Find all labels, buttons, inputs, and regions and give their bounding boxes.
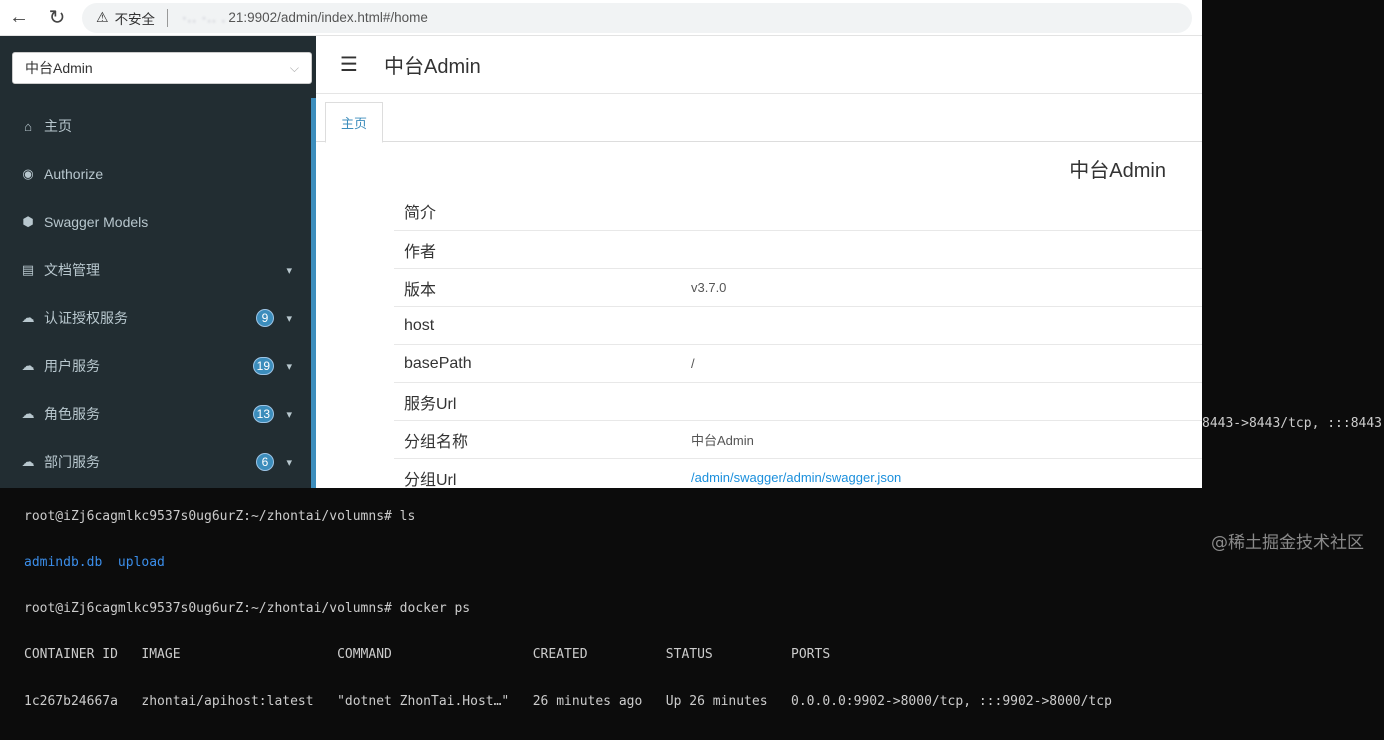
main-content: 主页 中台Admin 简介 作者 版本 v3.7.0 host basePath [316, 94, 1202, 488]
sidebar-item-dept-service[interactable]: ☁ 部门服务 6 ▾ [0, 438, 310, 486]
address-bar: ← ↻ ⚠ 不安全 ·.. ·.. . 21:9902/admin/index.… [0, 0, 1202, 36]
row-label: 分组名称 [404, 433, 469, 451]
sidebar-item-swagger-models[interactable]: ⬢ Swagger Models [0, 198, 310, 246]
table-row: 版本 v3.7.0 [394, 268, 1202, 306]
sidebar-item-authorize[interactable]: ◉ Authorize [0, 150, 310, 198]
swagger-json-link[interactable]: /admin/swagger/admin/swagger.json [691, 470, 901, 485]
insecure-label: 不安全 [114, 11, 156, 27]
sidebar-item-user-service[interactable]: ☁ 用户服务 19 ▾ [0, 342, 310, 390]
sidebar-item-label: 文档管理 [44, 262, 100, 278]
info-table: 简介 作者 版本 v3.7.0 host basePath / 服务Url 分组… [394, 192, 1202, 488]
reload-icon: ↻ [48, 7, 66, 29]
row-value: 中台Admin [691, 433, 754, 448]
table-row: host [394, 306, 1202, 344]
reload-button[interactable]: ↻ [38, 0, 76, 36]
url-field[interactable]: ⚠ 不安全 ·.. ·.. . 21:9902/admin/index.html… [82, 2, 1192, 33]
group-select-value: 中台Admin [25, 60, 93, 76]
chevron-down-icon: ▾ [286, 408, 292, 421]
table-row: basePath / [394, 344, 1202, 382]
terminal-line: 1c267b24667a zhontai/apihost:latest "dot… [24, 693, 1112, 709]
sidebar-item-label: 主页 [44, 118, 72, 134]
sidebar-item-role-service[interactable]: ☁ 角色服务 13 ▾ [0, 390, 310, 438]
chevron-down-icon: ▾ [286, 312, 292, 325]
row-label: 服务Url [404, 395, 457, 413]
terminal-port-fragment: 8443->8443/tcp, :::8443 [1202, 416, 1383, 431]
count-badge: 6 [256, 453, 274, 471]
arrow-left-icon: ← [9, 6, 29, 28]
sidebar-item-home[interactable]: ⌂ 主页 [0, 102, 310, 150]
sidebar-item-doc-management[interactable]: ▤ 文档管理 ▾ [0, 246, 310, 294]
sidebar-item-auth-service[interactable]: ☁ 认证授权服务 9 ▾ [0, 294, 310, 342]
page-title: 中台Admin [384, 56, 481, 78]
chevron-down-icon: ▾ [286, 360, 292, 373]
sidebar-item-label: 部门服务 [44, 454, 100, 470]
count-badge: 9 [256, 309, 274, 327]
count-badge: 13 [252, 405, 274, 423]
row-value: / [691, 356, 695, 371]
terminal-line: root@iZj6cagmlkc9537s0ug6urZ:~/zhontai/v… [24, 601, 471, 617]
row-label: host [404, 316, 435, 334]
table-row: 作者 [394, 230, 1202, 268]
row-label: 版本 [404, 281, 437, 299]
home-icon: ⌂ [24, 118, 32, 134]
cloud-icon: ☁ [21, 454, 35, 469]
sidebar-item-label: 角色服务 [44, 406, 100, 422]
chevron-down-icon: ▾ [286, 264, 292, 277]
chevron-down-icon: ▾ [286, 456, 292, 469]
cloud-icon: ☁ [21, 310, 35, 325]
chevron-down-icon: ⌵ [289, 61, 299, 75]
cube-icon: ⬢ [22, 214, 34, 229]
menu-toggle-icon[interactable]: ☰ [340, 52, 360, 77]
terminal-line: CONTAINER ID IMAGE COMMAND CREATED STATU… [24, 647, 831, 663]
table-row: 简介 [394, 192, 1202, 230]
url-text: 21:9902/admin/index.html#/home [228, 10, 428, 25]
main-header: ☰ 中台Admin [316, 36, 1202, 94]
sidebar-item-label: Authorize [44, 166, 104, 182]
sidebar-item-label: Swagger Models [44, 214, 149, 230]
back-button[interactable]: ← [0, 0, 38, 36]
cloud-icon: ☁ [21, 406, 35, 421]
terminal-line: root@iZj6cagmlkc9537s0ug6urZ:~/zhontai/v… [24, 508, 416, 524]
table-row: 分组名称 中台Admin [394, 420, 1202, 458]
lock-icon: ◉ [22, 166, 34, 181]
warning-icon[interactable]: ⚠ [96, 9, 109, 26]
watermark: @稀土掘金技术社区 [1211, 533, 1364, 553]
doc-title: 中台Admin [1069, 160, 1166, 182]
sidebar-item-label: 认证授权服务 [44, 310, 128, 326]
tab-home[interactable]: 主页 [325, 102, 383, 143]
row-label: 简介 [404, 205, 437, 222]
row-label: basePath [404, 354, 472, 372]
table-row: 分组Url /admin/swagger/admin/swagger.json [394, 458, 1202, 488]
file-icon: ▤ [21, 262, 35, 277]
tabs-bar: 主页 [316, 94, 1202, 143]
count-badge: 19 [252, 357, 274, 375]
url-host-blurred: ·.. ·.. . [182, 10, 227, 25]
cloud-icon: ☁ [21, 358, 35, 373]
row-value: v3.7.0 [691, 280, 727, 295]
sidebar: 中台Admin ⌵ ⌂ 主页 ◉ Authorize ⬢ Swagger Mod… [0, 36, 316, 488]
sidebar-menu: ⌂ 主页 ◉ Authorize ⬢ Swagger Models ▤ 文档管理… [0, 102, 310, 486]
terminal-output: root@iZj6cagmlkc9537s0ug6urZ:~/zhontai/v… [24, 478, 1112, 740]
table-row: 服务Url [394, 382, 1202, 420]
sidebar-item-label: 用户服务 [44, 358, 100, 374]
terminal-line: admindb.db upload [24, 555, 165, 571]
url-divider [167, 8, 169, 27]
row-label: 分组Url [404, 471, 457, 489]
group-select[interactable]: 中台Admin ⌵ [12, 52, 312, 84]
browser-window: ← ↻ ⚠ 不安全 ·.. ·.. . 21:9902/admin/index.… [0, 0, 1202, 488]
row-label: 作者 [404, 243, 437, 261]
